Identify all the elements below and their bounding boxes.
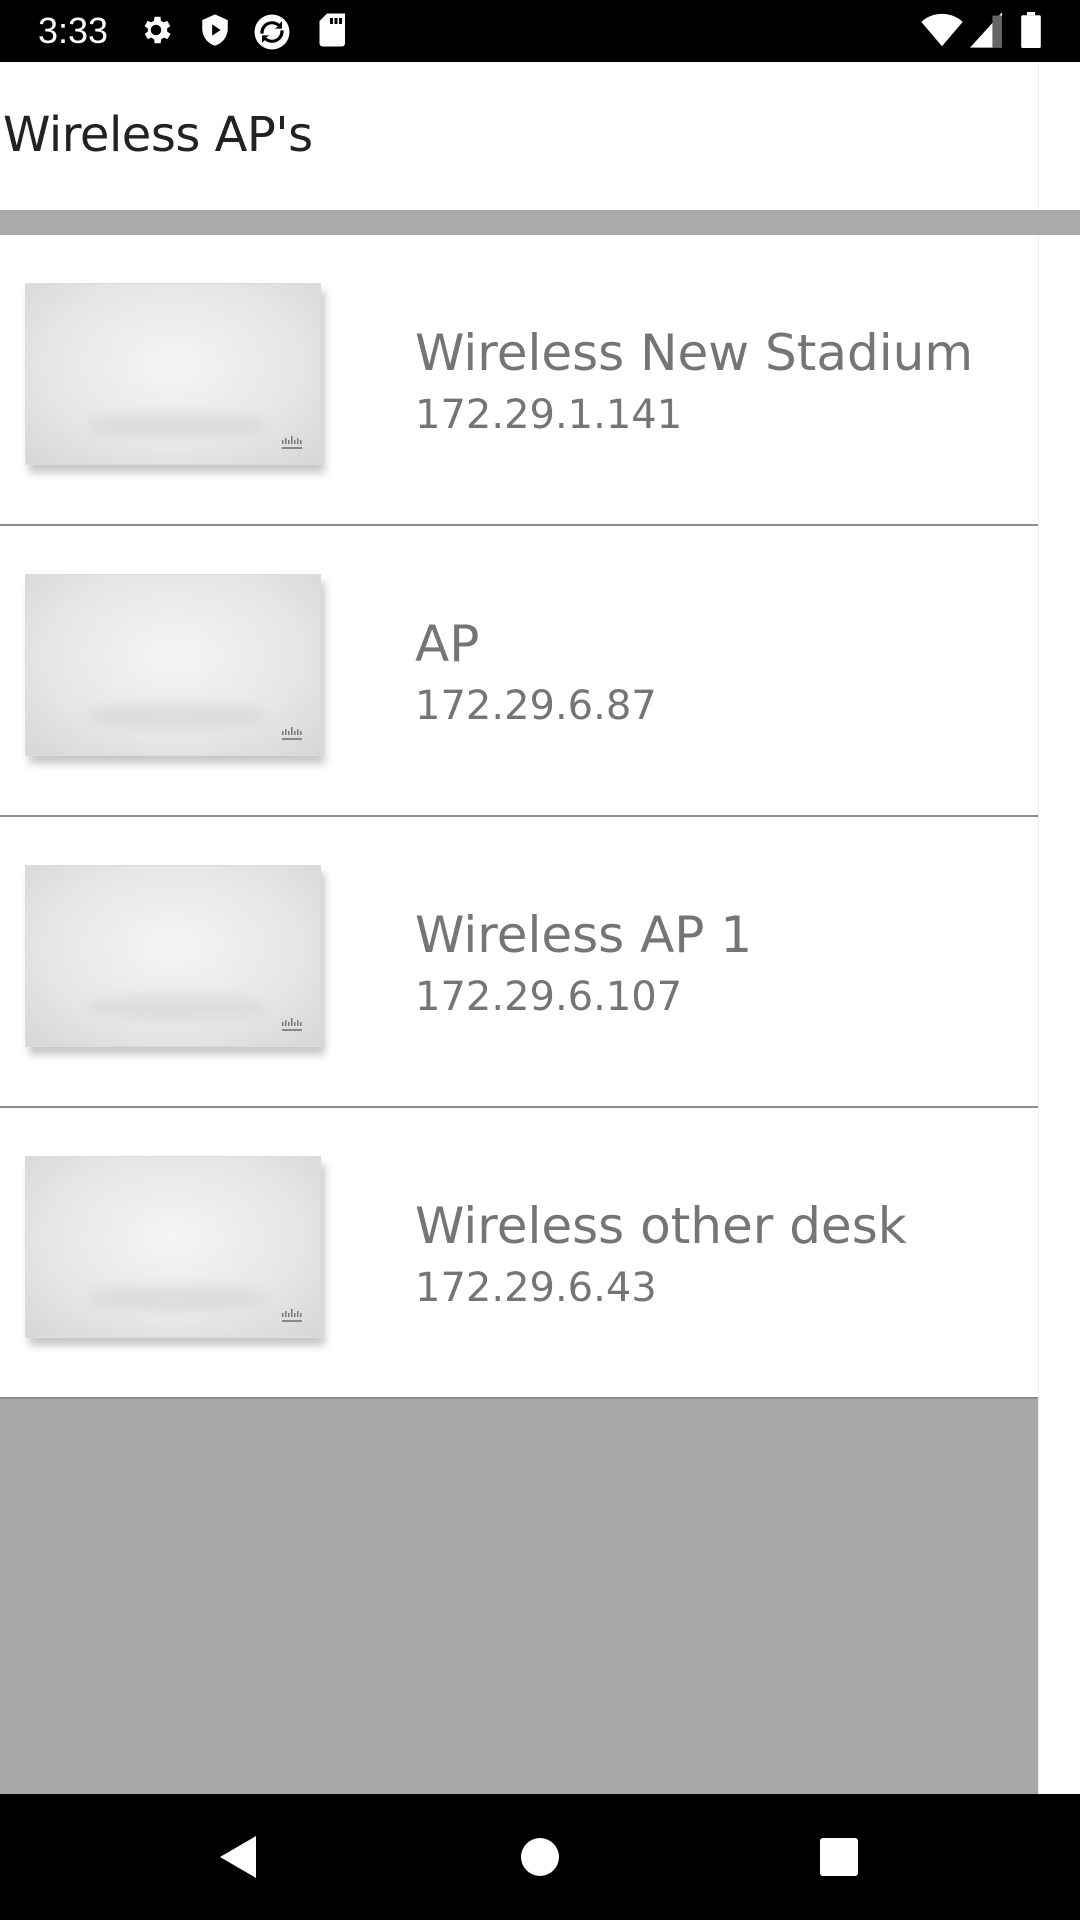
access-point-ip: 172.29.1.141 <box>415 392 683 438</box>
access-point-name: Wireless AP 1 <box>415 906 753 964</box>
access-point-name: Wireless other desk <box>415 1197 907 1255</box>
gear-icon <box>138 12 174 52</box>
home-icon[interactable] <box>515 1832 565 1882</box>
access-point-ip: 172.29.6.107 <box>415 974 683 1020</box>
sync-icon <box>252 12 292 56</box>
signal-icon <box>970 12 1002 52</box>
navigation-bar <box>0 1794 1080 1920</box>
empty-area <box>0 1399 1038 1794</box>
list-item[interactable]: Wireless other desk 172.29.6.43 <box>0 1108 1038 1399</box>
access-point-image <box>25 865 321 1047</box>
wifi-icon <box>920 12 964 52</box>
access-point-image <box>25 283 321 465</box>
access-point-name: AP <box>415 615 480 673</box>
list-item[interactable]: Wireless AP 1 172.29.6.107 <box>0 817 1038 1108</box>
cisco-logo-icon <box>282 436 302 449</box>
access-point-ip: 172.29.6.43 <box>415 1265 657 1311</box>
cisco-logo-icon <box>282 727 302 740</box>
right-gutter <box>1038 62 1080 1794</box>
back-icon[interactable] <box>214 1832 264 1882</box>
status-time: 3:33 <box>38 10 109 51</box>
sd-card-icon <box>318 12 348 52</box>
list-item[interactable]: Wireless New Stadium 172.29.1.141 <box>0 235 1038 526</box>
status-bar: 3:33 <box>0 0 1080 62</box>
battery-icon <box>1020 12 1042 52</box>
page-title: Wireless AP's <box>3 107 313 163</box>
list-item[interactable]: AP 172.29.6.87 <box>0 526 1038 817</box>
cisco-logo-icon <box>282 1018 302 1031</box>
access-point-list: Wireless New Stadium 172.29.1.141 AP 172… <box>0 235 1038 1399</box>
shield-icon <box>198 12 232 52</box>
header-divider <box>0 210 1080 235</box>
access-point-ip: 172.29.6.87 <box>415 683 657 729</box>
access-point-name: Wireless New Stadium <box>415 324 974 382</box>
recents-icon[interactable] <box>814 1832 864 1882</box>
access-point-image <box>25 574 321 756</box>
access-point-image <box>25 1156 321 1338</box>
cisco-logo-icon <box>282 1309 302 1322</box>
app-header: Wireless AP's <box>0 62 1038 210</box>
